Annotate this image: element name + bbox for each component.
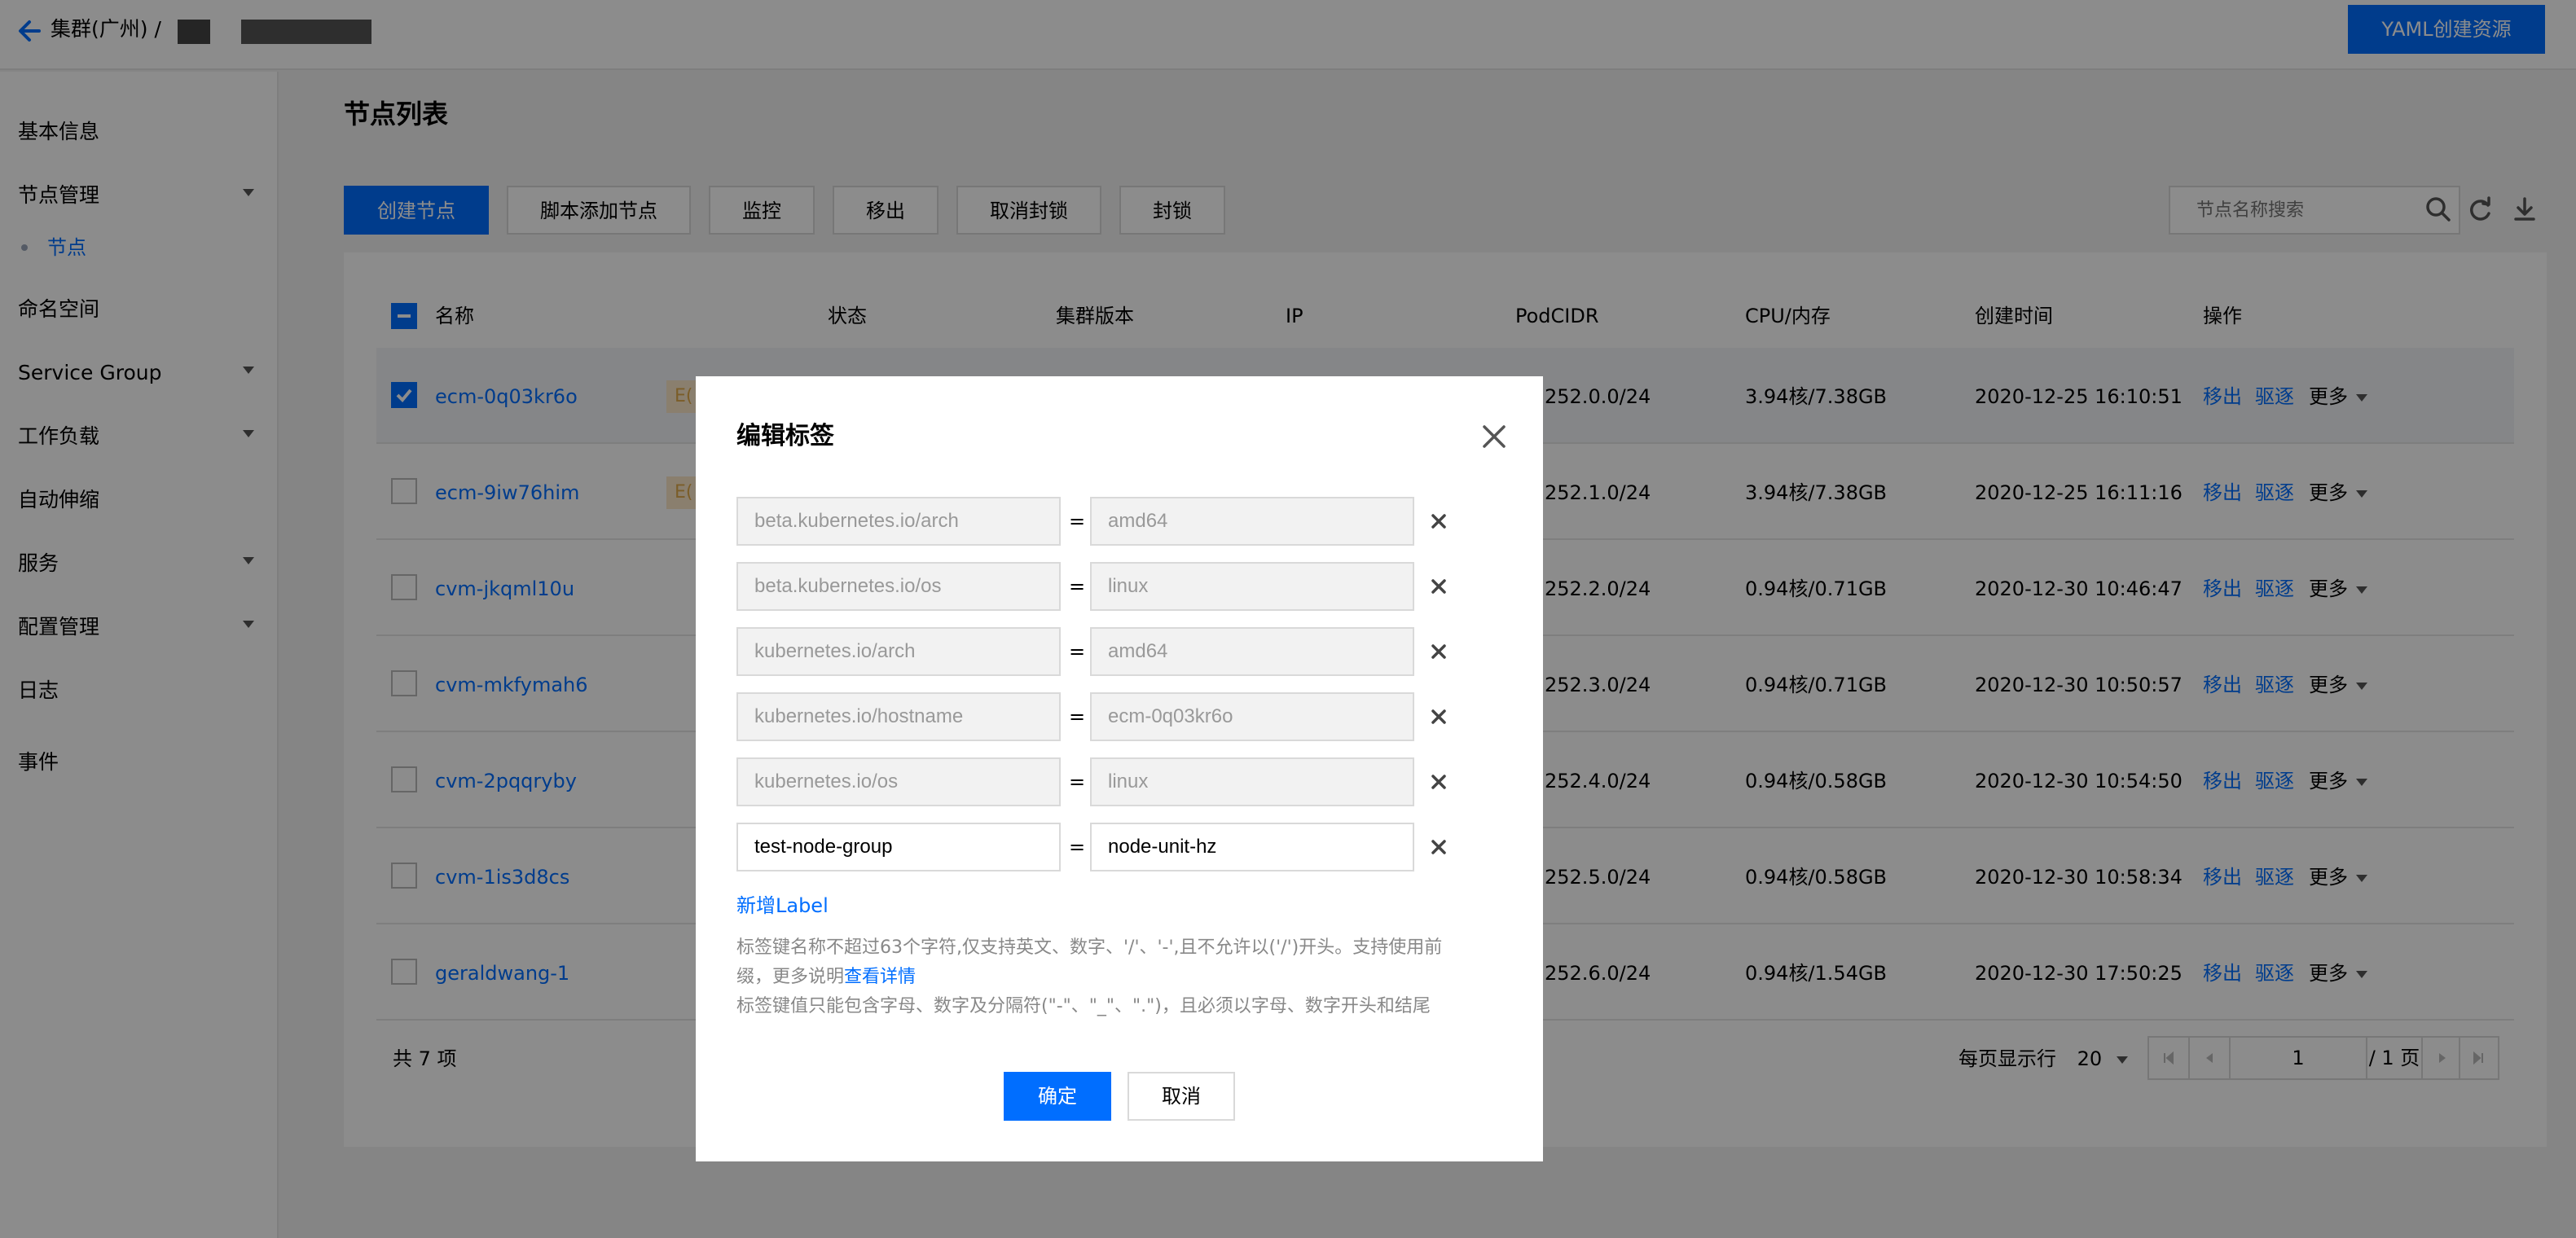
label-value-input: amd64 [1090, 627, 1414, 676]
delete-label-icon[interactable] [1427, 510, 1450, 533]
help-line-2: 缀，更多说明 [736, 967, 845, 987]
label-key-input: kubernetes.io/hostname [736, 692, 1061, 741]
help-line-1: 标签键名称不超过63个字符,仅支持英文、数字、'/'、'-',且不允许以('/'… [736, 937, 1443, 958]
equals-sign: = [1069, 705, 1086, 728]
help-text-value: 标签键值只能包含字母、数字及分隔符("-"、"_"、".")，且必须以字母、数字… [736, 996, 1431, 1016]
delete-label-icon[interactable] [1427, 575, 1450, 598]
edit-labels-dialog: 编辑标签 beta.kubernetes.io/arch = amd64 beta.k… [696, 376, 1543, 1161]
equals-sign: = [1069, 770, 1086, 793]
add-label-link[interactable]: 新增Label [736, 891, 829, 920]
delete-label-icon[interactable] [1427, 640, 1450, 663]
label-key-input[interactable]: test-node-group [736, 823, 1061, 871]
label-key-input: beta.kubernetes.io/os [736, 562, 1061, 611]
label-key-input: beta.kubernetes.io/arch [736, 497, 1061, 546]
help-text-key: 标签键名称不超过63个字符,仅支持英文、数字、'/'、'-',且不允许以('/'… [736, 933, 1502, 992]
label-value-input[interactable]: node-unit-hz [1090, 823, 1414, 871]
delete-label-icon[interactable] [1427, 770, 1450, 793]
cancel-button[interactable]: 取消 [1128, 1072, 1235, 1121]
dialog-title: 编辑标签 [736, 422, 834, 450]
close-icon[interactable] [1479, 422, 1509, 451]
label-key-input: kubernetes.io/arch [736, 627, 1061, 676]
label-value-input: linux [1090, 562, 1414, 611]
view-details-link[interactable]: 查看详情 [844, 967, 916, 987]
label-value-input: linux [1090, 757, 1414, 806]
delete-label-icon[interactable] [1427, 836, 1450, 858]
label-value-input: ecm-0q03kr6o [1090, 692, 1414, 741]
label-value-input: amd64 [1090, 497, 1414, 546]
equals-sign: = [1069, 836, 1086, 858]
delete-label-icon[interactable] [1427, 705, 1450, 728]
label-key-input: kubernetes.io/os [736, 757, 1061, 806]
equals-sign: = [1069, 640, 1086, 663]
confirm-button[interactable]: 确定 [1004, 1072, 1111, 1121]
equals-sign: = [1069, 575, 1086, 598]
equals-sign: = [1069, 510, 1086, 533]
